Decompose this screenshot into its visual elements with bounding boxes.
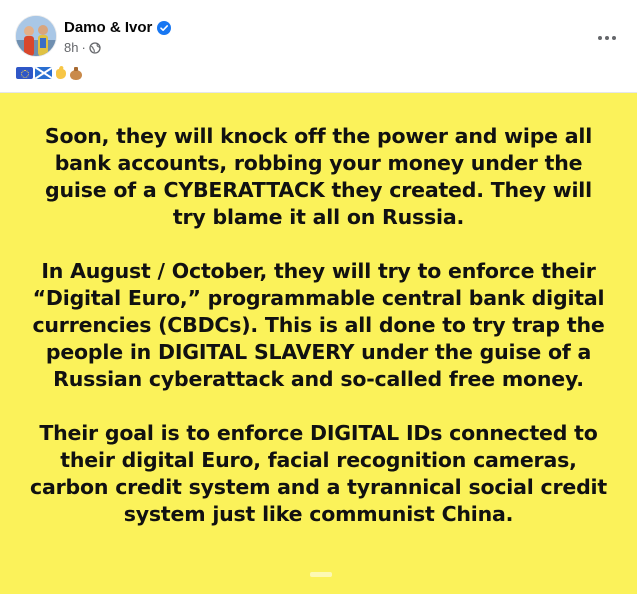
- author-line: Damo & Ivor: [64, 19, 172, 36]
- post-timestamp[interactable]: 8h: [64, 40, 78, 55]
- author-name[interactable]: Damo & Ivor: [64, 19, 152, 36]
- raised-fist-emoji: [54, 66, 67, 80]
- post-meta: 8h ·: [64, 40, 101, 55]
- eu-flag-emoji: [16, 67, 33, 79]
- more-dot: [605, 36, 609, 40]
- image-paragraph-3: Their goal is to enforce DIGITAL IDs con…: [30, 421, 607, 526]
- post-image[interactable]: Soon, they will knock off the power and …: [0, 92, 637, 594]
- post-header: Damo & Ivor 8h ·: [0, 0, 637, 92]
- scotland-flag-emoji: [35, 67, 52, 79]
- more-dot: [612, 36, 616, 40]
- post-image-text: Soon, they will knock off the power and …: [30, 123, 607, 528]
- image-watermark: [310, 572, 332, 577]
- more-options-button[interactable]: [589, 20, 625, 56]
- globe-icon[interactable]: [89, 41, 101, 54]
- author-avatar[interactable]: [16, 16, 56, 56]
- money-bag-emoji: [69, 66, 83, 80]
- post-card: Damo & Ivor 8h · Soon, they will knock o…: [0, 0, 637, 594]
- image-paragraph-2: In August / October, they will try to en…: [32, 259, 605, 391]
- meta-separator: ·: [81, 40, 86, 55]
- image-paragraph-1: Soon, they will knock off the power and …: [44, 124, 593, 229]
- post-caption: [16, 64, 83, 82]
- more-options-icon: [598, 36, 602, 40]
- verified-badge-icon: [157, 20, 172, 35]
